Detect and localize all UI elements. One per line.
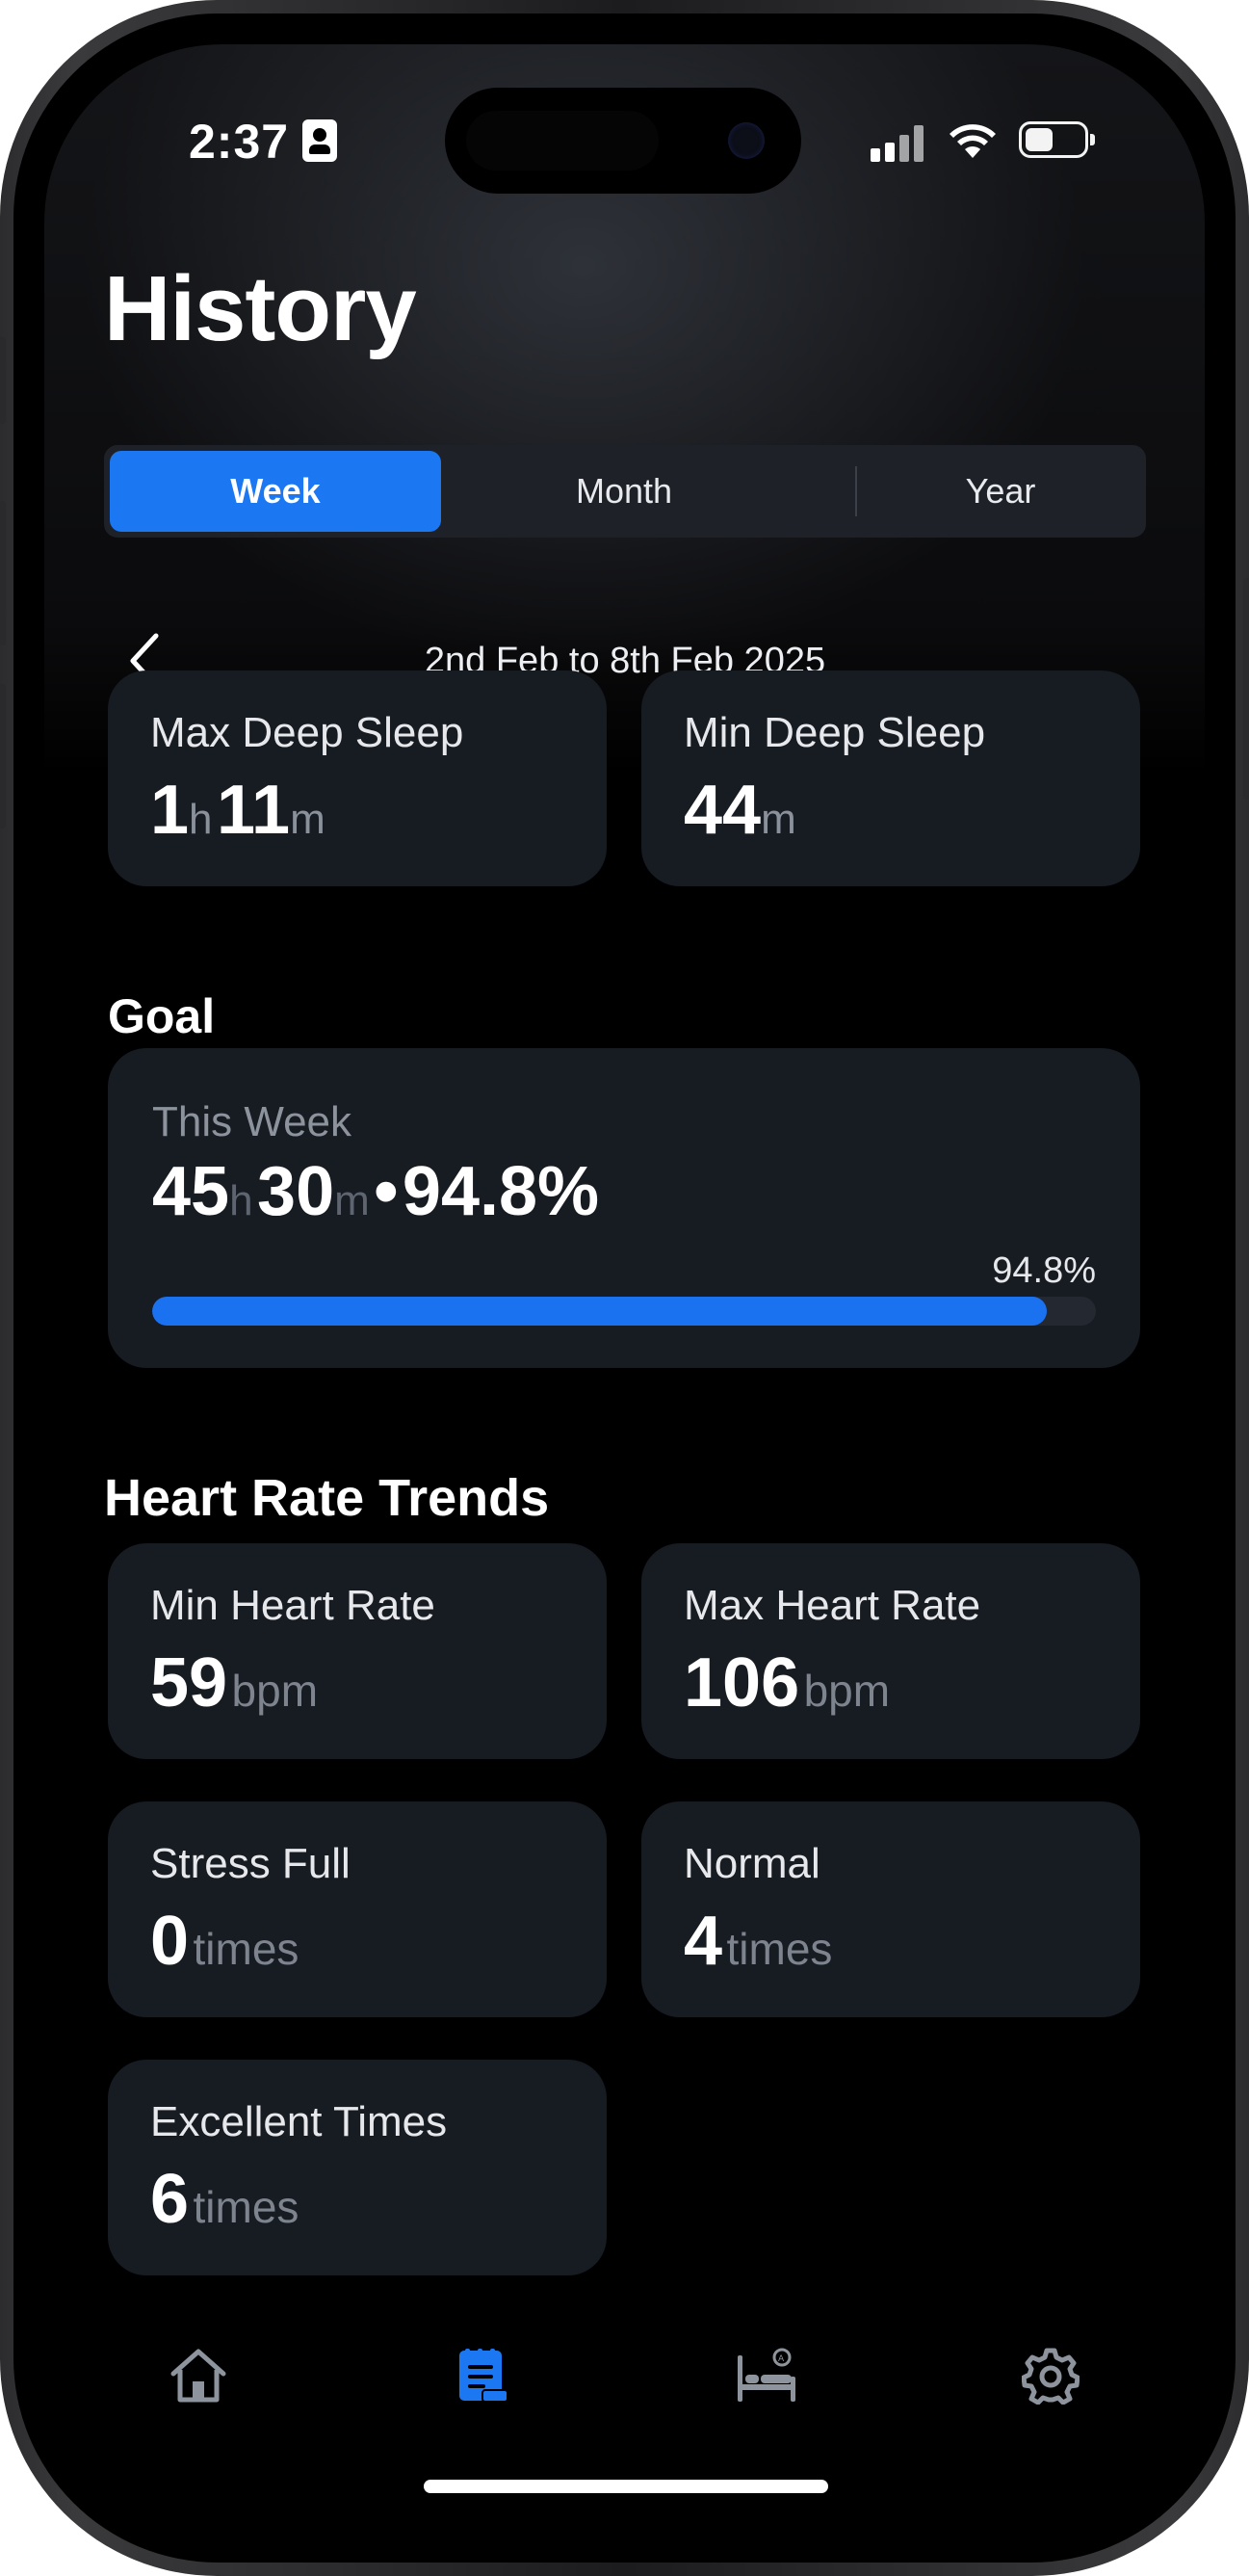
goal-minutes: 30 [257,1153,335,1230]
goal-hours: 45 [152,1153,230,1230]
metric-unit: times [193,1924,299,1974]
goal-section-title: Goal [108,989,216,1043]
metric-value: 59 [150,1644,228,1722]
minutes-unit: m [290,796,325,843]
sensor-area [466,111,659,171]
dynamic-island [445,88,801,194]
metric-value: 106 [684,1644,800,1722]
hours-unit: h [189,796,213,843]
goal-progress-fill [152,1297,1048,1326]
goal-value: 45h 30m • 94.8% [152,1152,599,1231]
normal-card: Normal 4 times [641,1801,1140,2017]
volume-up-button [0,501,6,645]
card-value: 6 times [150,2160,299,2239]
max-heart-rate-card: Max Heart Rate 106 bpm [641,1543,1140,1759]
battery-icon [1019,121,1095,158]
minutes-unit: m [761,796,796,843]
screen: 2:37 History Week Month Year 2nd Feb to … [44,44,1205,2532]
min-deep-sleep-card: Min Deep Sleep 44m [641,670,1140,886]
card-label: Excellent Times [150,2098,448,2145]
action-button [0,337,6,424]
card-label: Max Deep Sleep [150,709,464,756]
goal-period-label: This Week [152,1098,352,1145]
card-label: Normal [684,1840,820,1887]
card-value: 44m [684,771,796,850]
wifi-icon [950,124,996,158]
card-value: 1h 11m [150,771,325,850]
camera-lens [728,122,765,159]
card-value: 4 times [684,1902,832,1981]
min-heart-rate-card: Min Heart Rate 59 bpm [108,1543,607,1759]
history-icon [459,2349,508,2403]
tab-week[interactable]: Week [110,451,441,532]
hours-value: 1 [150,772,190,849]
card-label: Max Heart Rate [684,1582,981,1629]
goal-progress-track [152,1297,1096,1326]
metric-value: 6 [150,2161,190,2238]
tab-settings[interactable] [993,2318,1108,2433]
card-value: 59 bpm [150,1643,318,1722]
metric-value: 4 [684,1903,723,1980]
heart-rate-section-title: Heart Rate Trends [104,1469,550,1527]
metric-unit: bpm [803,1666,891,1716]
page-title: History [104,257,417,360]
goal-separator: • [374,1153,399,1230]
minutes-value: 44 [684,772,762,849]
power-button [1243,578,1249,800]
home-icon [170,2349,226,2403]
progress-percent-label: 94.8% [992,1250,1096,1291]
card-value: 106 bpm [684,1643,890,1722]
metric-unit: times [726,1924,833,1974]
bottom-tab-bar: A [44,2318,1205,2433]
excellent-times-card: Excellent Times 6 times [108,2060,607,2275]
goal-percent: 94.8% [402,1153,600,1230]
tab-home[interactable] [141,2318,256,2433]
card-label: Stress Full [150,1840,351,1887]
home-indicator [424,2480,828,2493]
metric-unit: bpm [231,1666,319,1716]
volume-down-button [0,684,6,828]
metric-unit: times [193,2182,299,2232]
card-value: 0 times [150,1902,299,1981]
tab-history[interactable] [425,2318,540,2433]
card-label: Min Deep Sleep [684,709,986,756]
minutes-value: 11 [216,772,291,849]
goal-hours-unit: h [229,1177,253,1224]
svg-text:A: A [778,2354,785,2364]
phone-frame: 2:37 History Week Month Year 2nd Feb to … [0,0,1249,2576]
sleep-bed-icon: A [738,2348,795,2402]
goal-minutes-unit: m [334,1177,370,1224]
tab-month[interactable]: Month [451,451,797,532]
tab-sleep[interactable]: A [709,2318,824,2433]
tab-year[interactable]: Year [861,451,1140,532]
cellular-signal-icon [871,123,928,162]
goal-card: This Week 45h 30m • 94.8% 94.8% [108,1048,1140,1368]
settings-gear-icon [1022,2348,1080,2405]
card-label: Min Heart Rate [150,1582,435,1629]
stress-full-card: Stress Full 0 times [108,1801,607,2017]
metric-value: 0 [150,1903,190,1980]
period-segmented-control: Week Month Year [104,445,1146,538]
status-time: 2:37 [189,115,290,169]
contact-card-icon [302,119,337,162]
max-deep-sleep-card: Max Deep Sleep 1h 11m [108,670,607,886]
segment-divider [855,466,857,516]
